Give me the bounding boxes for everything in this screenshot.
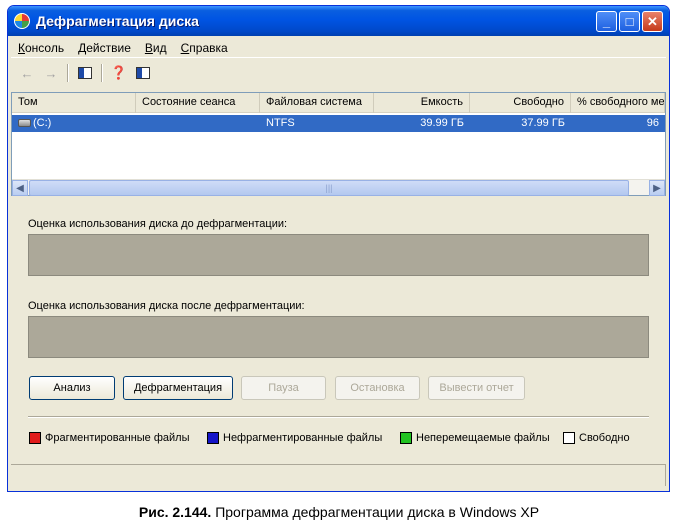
defragment-button[interactable]: Дефрагментация	[123, 376, 233, 400]
free-space-swatch	[563, 432, 575, 444]
file-system-cell: NTFS	[266, 117, 295, 129]
maximize-button[interactable]: □	[619, 11, 640, 32]
defrag-app-icon	[14, 13, 30, 29]
properties-icon[interactable]	[133, 63, 153, 83]
toolbar-separator	[101, 64, 103, 82]
legend-contiguous: Нефрагментированные файлы	[207, 432, 382, 444]
figure-caption-text: Программа дефрагментации диска в Windows…	[211, 504, 540, 520]
figure-caption: Рис. 2.144. Программа дефрагментации дис…	[0, 504, 678, 520]
back-arrow-icon[interactable]: ←	[17, 63, 37, 83]
column-free-percent[interactable]: % свободного ме	[571, 93, 665, 113]
column-session-status[interactable]: Состояние сеанса	[136, 93, 260, 113]
column-volume[interactable]: Том	[12, 93, 136, 113]
window-title: Дефрагментация диска	[36, 13, 199, 29]
capacity-cell: 39.99 ГБ	[420, 117, 464, 129]
unmovable-swatch	[400, 432, 412, 444]
close-button[interactable]: ✕	[642, 11, 663, 32]
volume-list[interactable]: Том Состояние сеанса Файловая система Ем…	[11, 92, 666, 196]
toolbar-separator	[67, 64, 69, 82]
horizontal-scrollbar[interactable]: ◀ ||| ▶	[12, 179, 665, 196]
menu-help[interactable]: Справка	[174, 41, 235, 55]
session-status-cell	[136, 115, 260, 132]
before-defrag-label: Оценка использования диска до дефрагмент…	[28, 218, 288, 230]
maximize-icon: □	[625, 14, 634, 29]
title-bar[interactable]: Дефрагментация диска _ □ ✕	[8, 6, 669, 36]
free-percent-cell: 96	[646, 117, 659, 129]
forward-arrow-icon[interactable]: →	[41, 63, 61, 83]
minimize-button[interactable]: _	[596, 11, 617, 32]
legend-fragmented: Фрагментированные файлы	[29, 432, 190, 444]
scroll-right-icon[interactable]: ▶	[649, 180, 665, 196]
column-free[interactable]: Свободно	[470, 93, 571, 113]
scroll-left-icon[interactable]: ◀	[12, 180, 28, 196]
drive-icon	[18, 119, 31, 128]
show-hide-tree-icon[interactable]	[75, 63, 95, 83]
stop-button[interactable]: Остановка	[335, 376, 420, 400]
help-icon[interactable]: ❓	[109, 63, 129, 83]
after-defrag-display	[28, 316, 649, 358]
legend-unmovable: Неперемещаемые файлы	[400, 432, 550, 444]
status-bar	[11, 464, 666, 486]
menu-view[interactable]: Вид	[138, 41, 174, 55]
legend-free-space: Свободно	[563, 432, 630, 444]
scroll-thumb[interactable]: |||	[29, 180, 629, 196]
menu-console[interactable]: Консоль	[11, 41, 71, 55]
menu-action[interactable]: Действие	[71, 41, 138, 55]
after-defrag-label: Оценка использования диска после дефрагм…	[28, 300, 305, 312]
free-cell: 37.99 ГБ	[521, 117, 565, 129]
view-report-button[interactable]: Вывести отчет	[428, 376, 525, 400]
fragmented-swatch	[29, 432, 41, 444]
menu-bar: Консоль Действие Вид Справка	[11, 38, 666, 58]
defrag-window: Дефрагментация диска _ □ ✕ Консоль Дейст…	[7, 5, 670, 492]
volume-name-cell: (C:)	[12, 115, 136, 132]
volume-list-header: Том Состояние сеанса Файловая система Ем…	[12, 93, 665, 113]
column-capacity[interactable]: Емкость	[374, 93, 470, 113]
volume-row[interactable]: (C:) NTFS 39.99 ГБ 37.99 ГБ 96	[12, 115, 665, 132]
before-defrag-display	[28, 234, 649, 276]
figure-number: Рис. 2.144.	[138, 504, 212, 520]
pause-button[interactable]: Пауза	[241, 376, 326, 400]
analyze-button[interactable]: Анализ	[29, 376, 115, 400]
minimize-icon: _	[602, 14, 611, 29]
legend-separator	[28, 416, 649, 418]
toolbar: ← → ❓	[11, 61, 666, 85]
contiguous-swatch	[207, 432, 219, 444]
status-pane	[11, 465, 666, 486]
close-icon: ✕	[647, 14, 658, 29]
column-file-system[interactable]: Файловая система	[260, 93, 374, 113]
